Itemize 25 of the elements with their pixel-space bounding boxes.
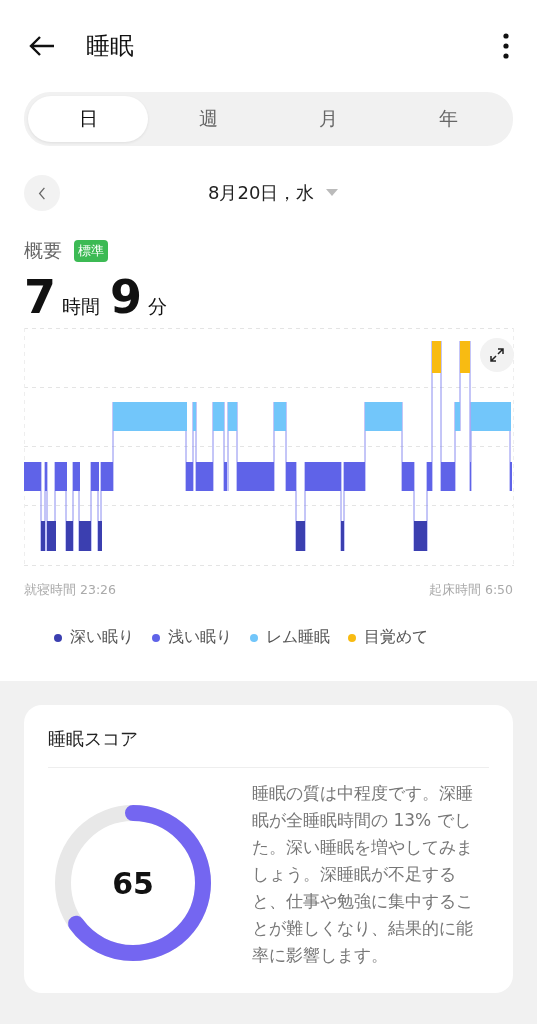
legend-label: レム睡眠 <box>266 627 330 648</box>
wake-time-label: 起床時間 6:50 <box>428 582 513 599</box>
legend-label: 浅い眠り <box>168 627 232 648</box>
duration-minutes: 9 <box>110 270 143 324</box>
bedtime-label: 就寝時間 23:26 <box>24 582 116 599</box>
duration-hours: 7 <box>24 270 56 324</box>
more-menu-icon[interactable] <box>503 33 509 59</box>
card-title: 睡眠スコア <box>48 723 489 768</box>
summary-label: 概要 <box>24 238 62 263</box>
date-label[interactable]: 8月20日，水 <box>208 181 315 205</box>
page-title: 睡眠 <box>86 31 135 62</box>
back-arrow-icon[interactable] <box>28 34 56 58</box>
score-description: 睡眠の質は中程度です。深睡眠が全睡眠時間の 13% でした。深い睡眠を増やしてみましょう。深睡眠が不足すると、仕事や勉強に集中することが難しくなり、結果的に能率に影響します。 <box>252 782 474 967</box>
legend-label: 目覚めて <box>364 627 428 648</box>
minutes-unit: 分 <box>148 294 168 319</box>
sleep-score: 65 <box>112 865 154 900</box>
expand-icon[interactable] <box>480 338 514 372</box>
chevron-left-icon <box>38 186 46 200</box>
period-tab[interactable]: 日 <box>28 96 149 142</box>
hours-unit: 時間 <box>62 294 100 319</box>
legend-label: 深い眠り <box>70 627 134 648</box>
period-tab[interactable]: 月 <box>268 96 389 142</box>
sleep-status-badge: 標準 <box>74 240 108 262</box>
period-tab[interactable]: 年 <box>388 96 509 142</box>
period-tab[interactable]: 週 <box>148 96 269 142</box>
